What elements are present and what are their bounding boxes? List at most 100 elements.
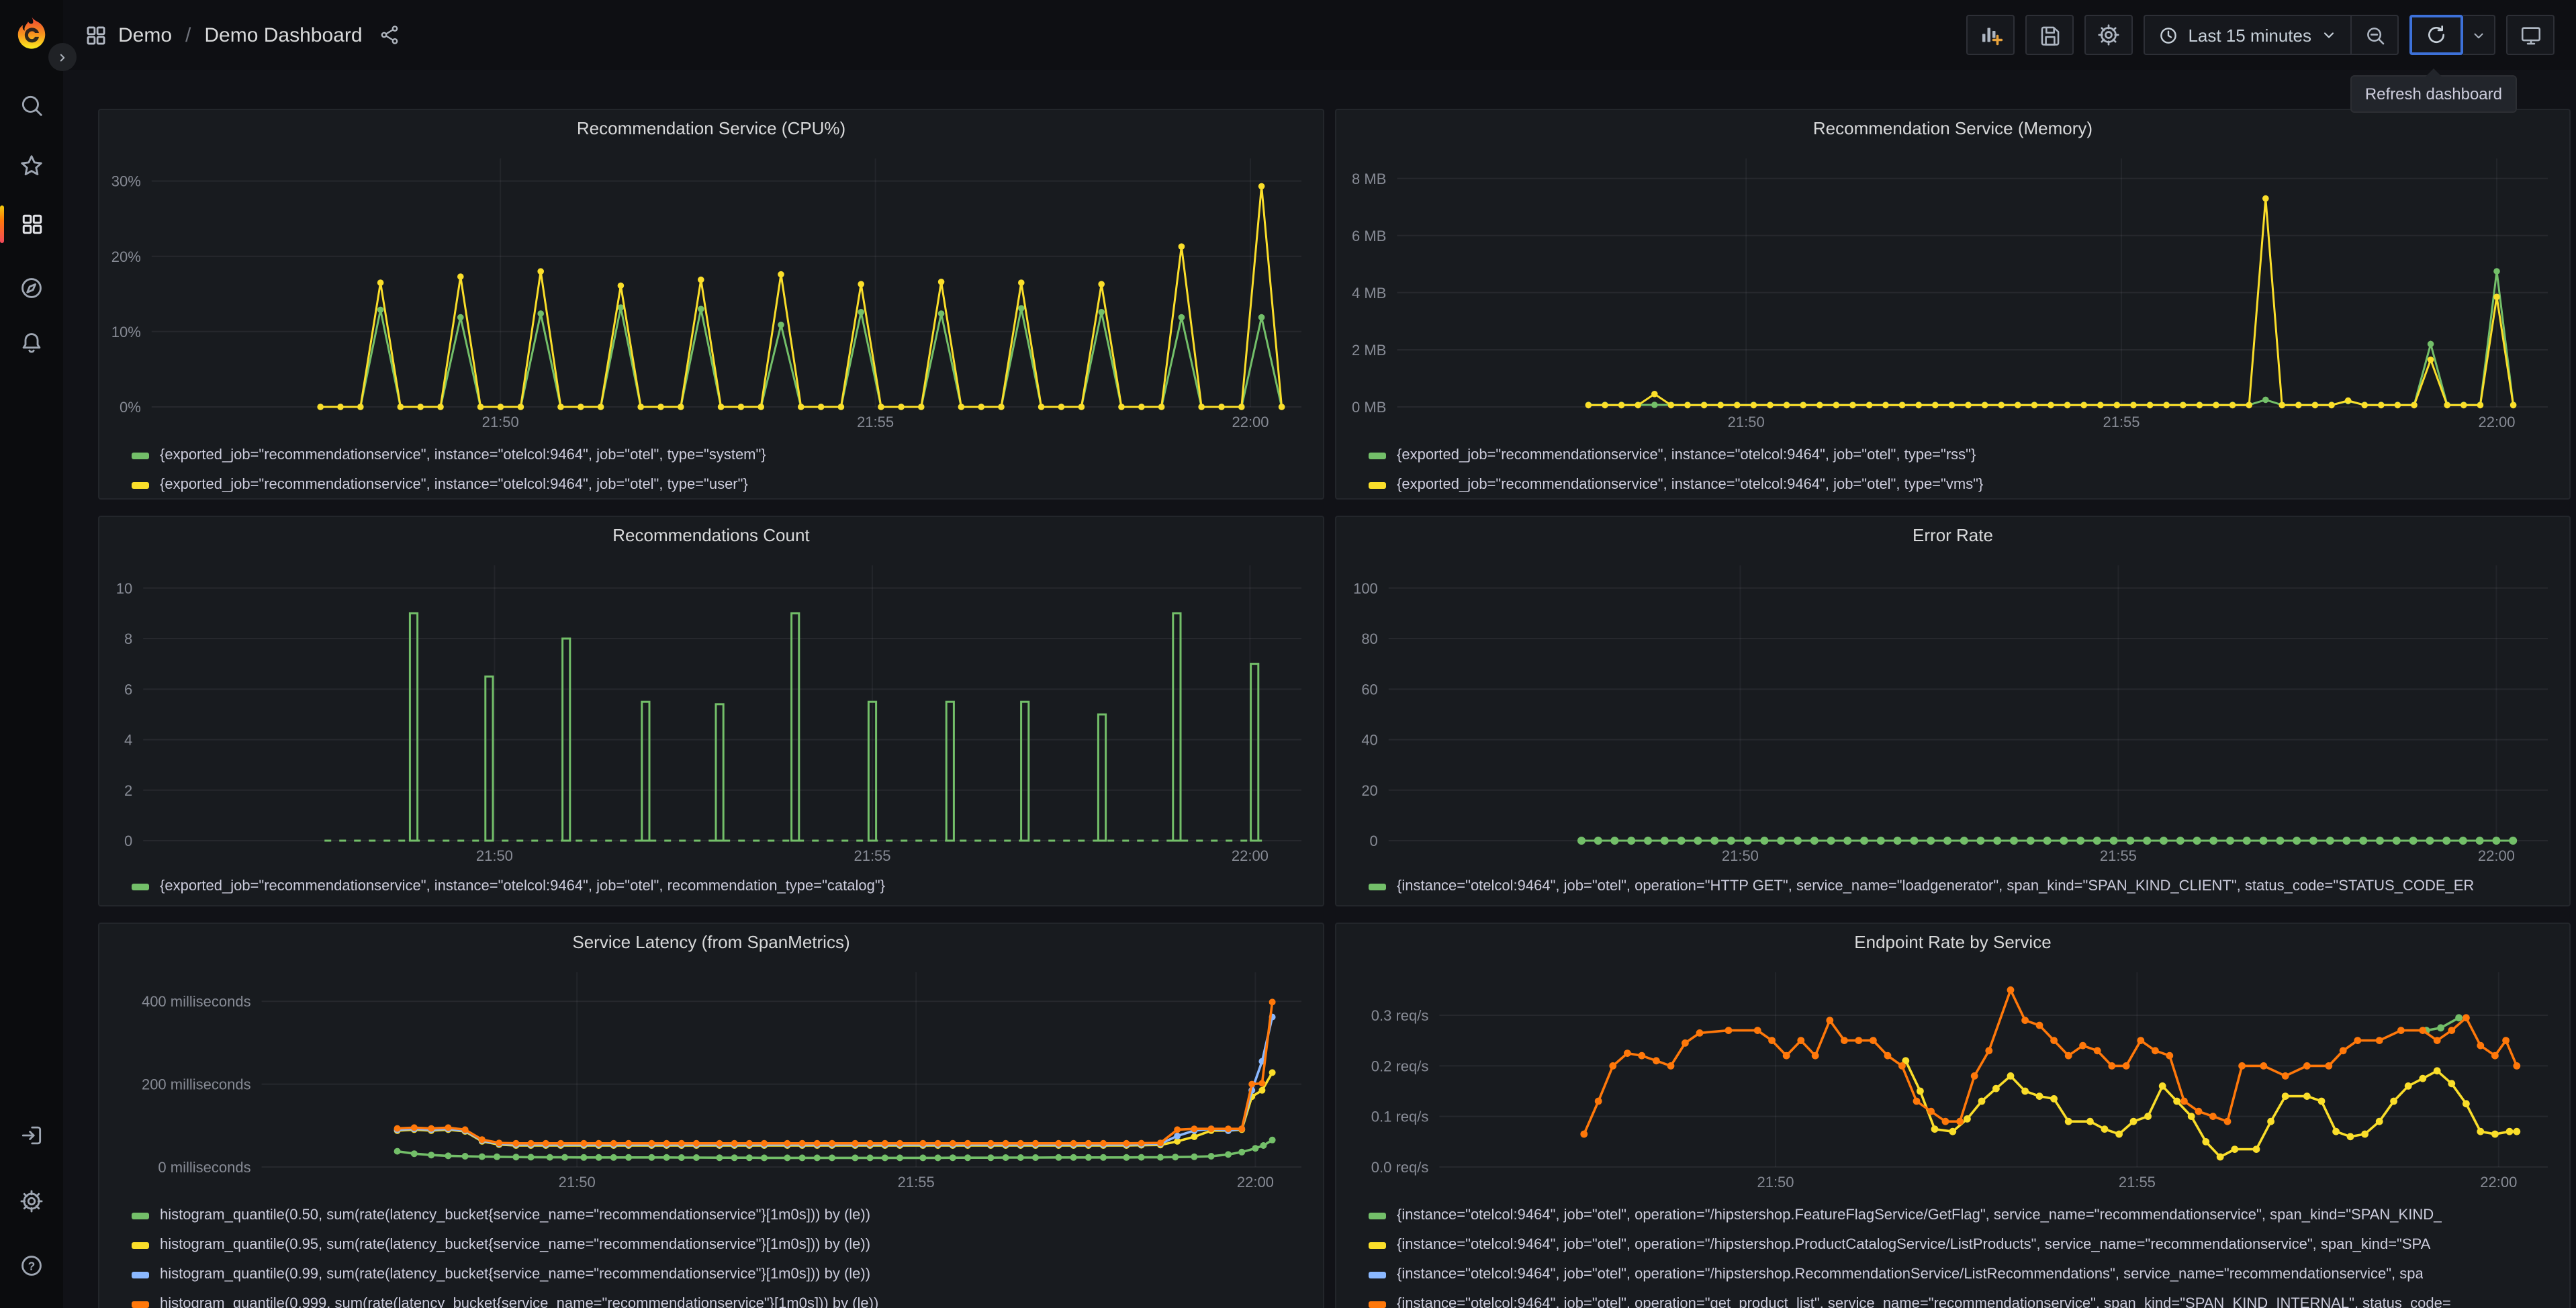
chart-error-rate[interactable]: 0 20 40 60 80 100 21:50 21:55 22:00	[1344, 557, 2561, 869]
svg-text:60: 60	[1361, 681, 1377, 698]
add-panel-button[interactable]	[1966, 15, 2015, 55]
sidebar-item-dashboards[interactable]	[0, 201, 63, 247]
panel-title[interactable]: Recommendation Service (CPU%)	[99, 110, 1323, 148]
chart-service-latency[interactable]: 0 milliseconds 200 milliseconds 400 millis…	[107, 964, 1315, 1195]
legend-color-swatch	[1369, 452, 1386, 459]
legend-item[interactable]: {exported_job="recommendationservice", i…	[132, 872, 1312, 901]
svg-text:6: 6	[124, 681, 132, 698]
kiosk-mode-button[interactable]	[2506, 15, 2555, 55]
refresh-group	[2409, 15, 2495, 55]
panel-title[interactable]: Recommendation Service (Memory)	[1336, 110, 2569, 148]
legend-color-swatch	[132, 1242, 149, 1248]
svg-text:?: ?	[28, 1258, 36, 1272]
svg-text:22:00: 22:00	[2480, 1174, 2517, 1190]
legend-item[interactable]: histogram_quantile(0.999, sum(rate(laten…	[132, 1289, 1312, 1308]
legend-item[interactable]: {exported_job="recommendationservice", i…	[132, 470, 1312, 498]
grafana-logo[interactable]	[13, 15, 50, 51]
legend-label: {exported_job="recommendationservice", i…	[160, 878, 886, 894]
svg-text:21:55: 21:55	[857, 414, 894, 430]
legend-label: histogram_quantile(0.999, sum(rate(laten…	[160, 1296, 879, 1308]
legend-item[interactable]: {instance="otelcol:9464", job="otel", op…	[1369, 1230, 2559, 1260]
svg-text:21:50: 21:50	[1757, 1174, 1794, 1190]
svg-text:4 MB: 4 MB	[1352, 285, 1386, 301]
chevron-down-icon	[2324, 32, 2334, 38]
svg-text:21:55: 21:55	[854, 847, 890, 864]
legend: {instance="otelcol:9464", job="otel", op…	[1369, 872, 2559, 901]
sidebar-item-sign-in[interactable]	[0, 1112, 63, 1158]
legend-label: {exported_job="recommendationservice", i…	[1397, 447, 1976, 463]
svg-text:22:00: 22:00	[2478, 847, 2515, 864]
breadcrumb-separator: /	[185, 24, 191, 46]
svg-text:8: 8	[124, 630, 132, 647]
legend-label: {instance="otelcol:9464", job="otel", op…	[1397, 1207, 2442, 1223]
legend-item[interactable]: {instance="otelcol:9464", job="otel", op…	[1369, 1289, 2559, 1308]
panel-title[interactable]: Service Latency (from SpanMetrics)	[99, 924, 1323, 962]
breadcrumb-folder[interactable]: Demo	[118, 24, 172, 46]
legend-item[interactable]: {exported_job="recommendationservice", i…	[1369, 440, 2559, 470]
panel-service-latency: Service Latency (from SpanMetrics) 0 mil…	[98, 923, 1324, 1308]
breadcrumb-page[interactable]: Demo Dashboard	[204, 24, 362, 46]
panel-recommendation-memory: Recommendation Service (Memory) 0 MB 2 MB…	[1335, 109, 2571, 500]
legend: {exported_job="recommendationservice", i…	[132, 872, 1312, 901]
svg-text:21:50: 21:50	[476, 847, 513, 864]
zoom-out-button[interactable]	[2350, 16, 2397, 54]
sidebar-item-search[interactable]	[0, 82, 63, 128]
svg-text:20: 20	[1361, 782, 1377, 799]
legend-item[interactable]: histogram_quantile(0.99, sum(rate(latenc…	[132, 1260, 1312, 1289]
sidebar-item-explore[interactable]	[0, 265, 63, 310]
svg-text:22:00: 22:00	[2478, 414, 2515, 430]
svg-text:22:00: 22:00	[1232, 414, 1269, 430]
time-range-button[interactable]: Last 15 minutes	[2145, 16, 2350, 54]
legend-item[interactable]: {exported_job="recommendationservice", i…	[1369, 470, 2559, 498]
svg-text:0: 0	[1370, 833, 1378, 849]
legend-item[interactable]: {instance="otelcol:9464", job="otel", op…	[1369, 1201, 2559, 1230]
legend: {exported_job="recommendationservice", i…	[1369, 440, 2559, 498]
dashboard-settings-button[interactable]	[2084, 15, 2133, 55]
legend-label: histogram_quantile(0.50, sum(rate(latenc…	[160, 1207, 871, 1223]
sidebar-expand-button[interactable]	[48, 43, 77, 71]
svg-text:0.0 req/s: 0.0 req/s	[1371, 1159, 1429, 1176]
legend-item[interactable]: {instance="otelcol:9464", job="otel", op…	[1369, 872, 2559, 901]
svg-text:0 MB: 0 MB	[1352, 399, 1386, 416]
legend-item[interactable]: {exported_job="recommendationservice", i…	[132, 440, 1312, 470]
sidebar-item-alerting[interactable]	[0, 320, 63, 365]
panel-title[interactable]: Endpoint Rate by Service	[1336, 924, 2569, 962]
panel-title[interactable]: Error Rate	[1336, 517, 2569, 555]
legend-label: {exported_job="recommendationservice", i…	[160, 447, 766, 463]
svg-text:4: 4	[124, 732, 132, 749]
sidebar-item-starred[interactable]	[0, 142, 63, 188]
svg-text:21:55: 21:55	[2103, 414, 2140, 430]
svg-text:400 milliseconds: 400 milliseconds	[142, 993, 251, 1010]
chart-recommendation-memory[interactable]: 0 MB 2 MB 4 MB 6 MB 8 MB 21:50 21:55 22:00	[1344, 150, 2561, 435]
star-icon	[21, 154, 42, 175]
sidebar-item-help[interactable]: ?	[0, 1242, 63, 1288]
legend-color-swatch	[1369, 1271, 1386, 1278]
legend-item[interactable]: {instance="otelcol:9464", job="otel", op…	[1369, 1260, 2559, 1289]
legend: histogram_quantile(0.50, sum(rate(latenc…	[132, 1201, 1312, 1308]
refresh-dashboard-button[interactable]	[2409, 15, 2463, 55]
chart-recommendations-count[interactable]: 0 2 4 6 8 10 21:50 21:55 22:00	[107, 557, 1315, 869]
svg-text:80: 80	[1361, 630, 1377, 647]
panel-endpoint-rate: Endpoint Rate by Service 0.0 req/s 0.1 re…	[1335, 923, 2571, 1308]
share-alt-icon[interactable]	[379, 24, 400, 46]
svg-text:22:00: 22:00	[1232, 847, 1269, 864]
svg-text:10: 10	[116, 580, 132, 597]
legend-item[interactable]: histogram_quantile(0.50, sum(rate(latenc…	[132, 1201, 1312, 1230]
panel-title[interactable]: Recommendations Count	[99, 517, 1323, 555]
sidebar-item-settings[interactable]	[0, 1178, 63, 1223]
legend-color-swatch	[1369, 1212, 1386, 1219]
legend-color-swatch	[132, 481, 149, 488]
legend-color-swatch	[1369, 1242, 1386, 1248]
breadcrumb: Demo / Demo Dashboard	[85, 24, 400, 46]
chart-endpoint-rate[interactable]: 0.0 req/s 0.1 req/s 0.2 req/s 0.3 req/s 21:5…	[1344, 964, 2561, 1195]
legend-label: {instance="otelcol:9464", job="otel", op…	[1397, 1296, 2451, 1308]
refresh-interval-dropdown[interactable]	[2463, 15, 2495, 55]
svg-text:30%: 30%	[111, 173, 141, 190]
chart-recommendation-cpu[interactable]: 0% 10% 20% 30% 21:50 21:55 22:00	[107, 150, 1315, 435]
help-circle-icon: ?	[21, 1255, 42, 1275]
svg-text:100: 100	[1353, 580, 1378, 597]
chevron-right-icon	[60, 53, 65, 61]
legend-item[interactable]: histogram_quantile(0.95, sum(rate(latenc…	[132, 1230, 1312, 1260]
save-dashboard-button[interactable]	[2025, 15, 2074, 55]
gear-icon	[2098, 24, 2120, 46]
